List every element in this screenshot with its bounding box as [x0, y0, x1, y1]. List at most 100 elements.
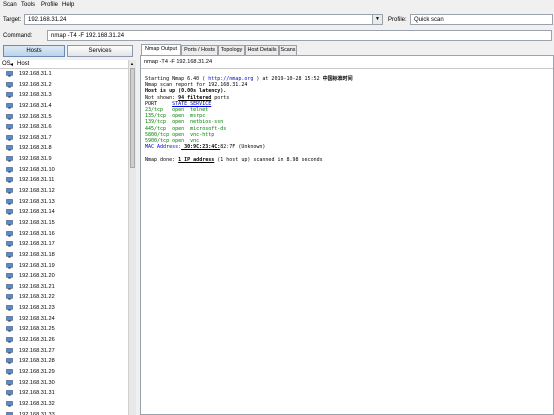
menu-scan[interactable]: Scan [3, 2, 17, 8]
command-input[interactable]: nmap -T4 -F 192.168.31.24 [47, 30, 552, 41]
host-ip: 192.168.31.22 [19, 294, 55, 301]
host-list-item[interactable]: 192.168.31.18 [0, 250, 128, 261]
computer-icon [6, 209, 13, 216]
hosts-button[interactable]: Hosts [3, 45, 65, 57]
host-list-item[interactable]: 192.168.31.27 [0, 346, 128, 357]
host-ip: 192.168.31.28 [19, 358, 55, 365]
host-list-item[interactable]: 192.168.31.19 [0, 261, 128, 272]
tab-host-details[interactable]: Host Details [245, 45, 279, 55]
host-ip: 192.168.31.24 [19, 315, 55, 322]
column-host[interactable]: Host [17, 61, 29, 67]
tab-ports-hosts[interactable]: Ports / Hosts [181, 45, 218, 55]
scroll-thumb[interactable] [130, 68, 135, 168]
host-ip: 192.168.31.9 [19, 156, 52, 163]
host-list-item[interactable]: 192.168.31.4 [0, 101, 128, 112]
host-list-item[interactable]: 192.168.31.6 [0, 122, 128, 133]
host-ip: 192.168.31.21 [19, 283, 55, 290]
host-list-item[interactable]: 192.168.31.13 [0, 197, 128, 208]
computer-icon [6, 337, 13, 343]
menu-help[interactable]: Help [62, 2, 74, 8]
host-ip: 192.168.31.4 [19, 102, 52, 109]
host-list-item[interactable]: 192.168.31.1 [0, 69, 128, 80]
host-list-item[interactable]: 192.168.31.28 [0, 356, 128, 367]
computer-icon [6, 262, 13, 269]
menu-tools[interactable]: Tools [21, 2, 35, 8]
host-list-item[interactable]: 192.168.31.30 [0, 378, 128, 389]
host-list-item[interactable]: 192.168.31.12 [0, 186, 128, 197]
host-list-item[interactable]: 192.168.31.14 [0, 207, 128, 218]
profile-label: Profile: [388, 17, 407, 23]
host-ip: 192.168.31.26 [19, 337, 55, 344]
host-list-item[interactable]: 192.168.31.5 [0, 112, 128, 123]
nmap-output-text[interactable]: Starting Nmap 6.40 ( http://nmap.org ) a… [145, 76, 353, 163]
services-button[interactable]: Services [67, 45, 133, 57]
computer-icon [6, 81, 13, 88]
command-value: nmap -T4 -F 192.168.31.24 [51, 33, 125, 39]
host-list-item[interactable]: 192.168.31.33 [0, 410, 128, 415]
port-list: 23/tcp open telnet 135/tcp open msrpc 139/… [145, 107, 353, 144]
host-list-item[interactable]: 192.168.31.21 [0, 282, 128, 293]
host-ip: 192.168.31.32 [19, 400, 55, 407]
host-list-item[interactable]: 192.168.31.15 [0, 218, 128, 229]
host-list-item[interactable]: 192.168.31.10 [0, 165, 128, 176]
host-ip: 192.168.31.6 [19, 124, 52, 131]
host-list-item[interactable]: 192.168.31.26 [0, 335, 128, 346]
computer-icon [6, 379, 13, 386]
host-list-item[interactable]: 192.168.31.11 [0, 175, 128, 186]
host-list-item[interactable]: 192.168.31.29 [0, 367, 128, 378]
computer-icon [6, 166, 13, 173]
host-ip: 192.168.31.14 [19, 209, 55, 216]
computer-icon [6, 188, 13, 194]
host-list-item[interactable]: 192.168.31.23 [0, 303, 128, 314]
host-ip: 192.168.31.31 [19, 390, 55, 397]
target-combobox[interactable]: 192.168.31.24 ▼ [24, 14, 383, 25]
computer-icon [6, 273, 13, 279]
computer-icon [6, 198, 13, 205]
profile-combobox[interactable]: Quick scan [410, 14, 553, 25]
tab-topology[interactable]: Topology [218, 45, 245, 55]
computer-icon [6, 220, 13, 226]
chevron-down-icon[interactable]: ▼ [372, 15, 382, 24]
tab-nmap-output[interactable]: Nmap Output [141, 44, 181, 55]
computer-icon [6, 124, 13, 130]
host-list-scrollbar[interactable]: ▲ [128, 60, 136, 415]
tab-scans[interactable]: Scans [279, 45, 297, 55]
host-ip: 192.168.31.11 [19, 177, 55, 184]
host-ip: 192.168.31.15 [19, 219, 55, 226]
host-ip: 192.168.31.16 [19, 230, 55, 237]
output-pane: Nmap Output Ports / Hosts Topology Host … [140, 44, 554, 415]
output-command-line[interactable]: nmap -T4 -F 192.168.31.24 [144, 59, 212, 65]
done-line: Nmap done: 1 IP address (1 host up) scan… [145, 156, 323, 163]
host-list-item[interactable]: 192.168.31.16 [0, 229, 128, 240]
host-list-item[interactable]: 192.168.31.32 [0, 399, 128, 410]
scroll-up-icon[interactable]: ▲ [130, 61, 134, 66]
computer-icon [6, 241, 13, 247]
host-list-item[interactable]: 192.168.31.3 [0, 90, 128, 101]
computer-icon [6, 113, 13, 120]
host-list-item[interactable]: 192.168.31.25 [0, 324, 128, 335]
computer-icon [6, 390, 13, 396]
menu-profile[interactable]: Profile [41, 2, 58, 8]
host-list-item[interactable]: 192.168.31.9 [0, 154, 128, 165]
host-ip: 192.168.31.12 [19, 188, 55, 195]
nmap-output-panel: nmap -T4 -F 192.168.31.24 Starting Nmap … [140, 55, 554, 415]
computer-icon [6, 135, 13, 141]
computer-icon [6, 103, 13, 109]
host-list-item[interactable]: 192.168.31.31 [0, 388, 128, 399]
host-list-item[interactable]: 192.168.31.17 [0, 239, 128, 250]
computer-icon [6, 230, 13, 237]
host-ip: 192.168.31.7 [19, 134, 52, 141]
nmap-link[interactable]: http://nmap.org [208, 76, 253, 82]
host-list-item[interactable]: 192.168.31.22 [0, 292, 128, 303]
computer-icon [6, 71, 13, 77]
host-ip: 192.168.31.8 [19, 145, 52, 152]
host-list-item[interactable]: 192.168.31.7 [0, 133, 128, 144]
computer-icon [6, 315, 13, 322]
host-list-item[interactable]: 192.168.31.2 [0, 80, 128, 91]
host-list-item[interactable]: 192.168.31.8 [0, 143, 128, 154]
profile-value: Quick scan [414, 17, 444, 23]
command-label: Command: [3, 33, 33, 39]
host-list-item[interactable]: 192.168.31.24 [0, 314, 128, 325]
host-list-item[interactable]: 192.168.31.20 [0, 271, 128, 282]
sort-arrow-icon: ◂ [10, 62, 14, 68]
